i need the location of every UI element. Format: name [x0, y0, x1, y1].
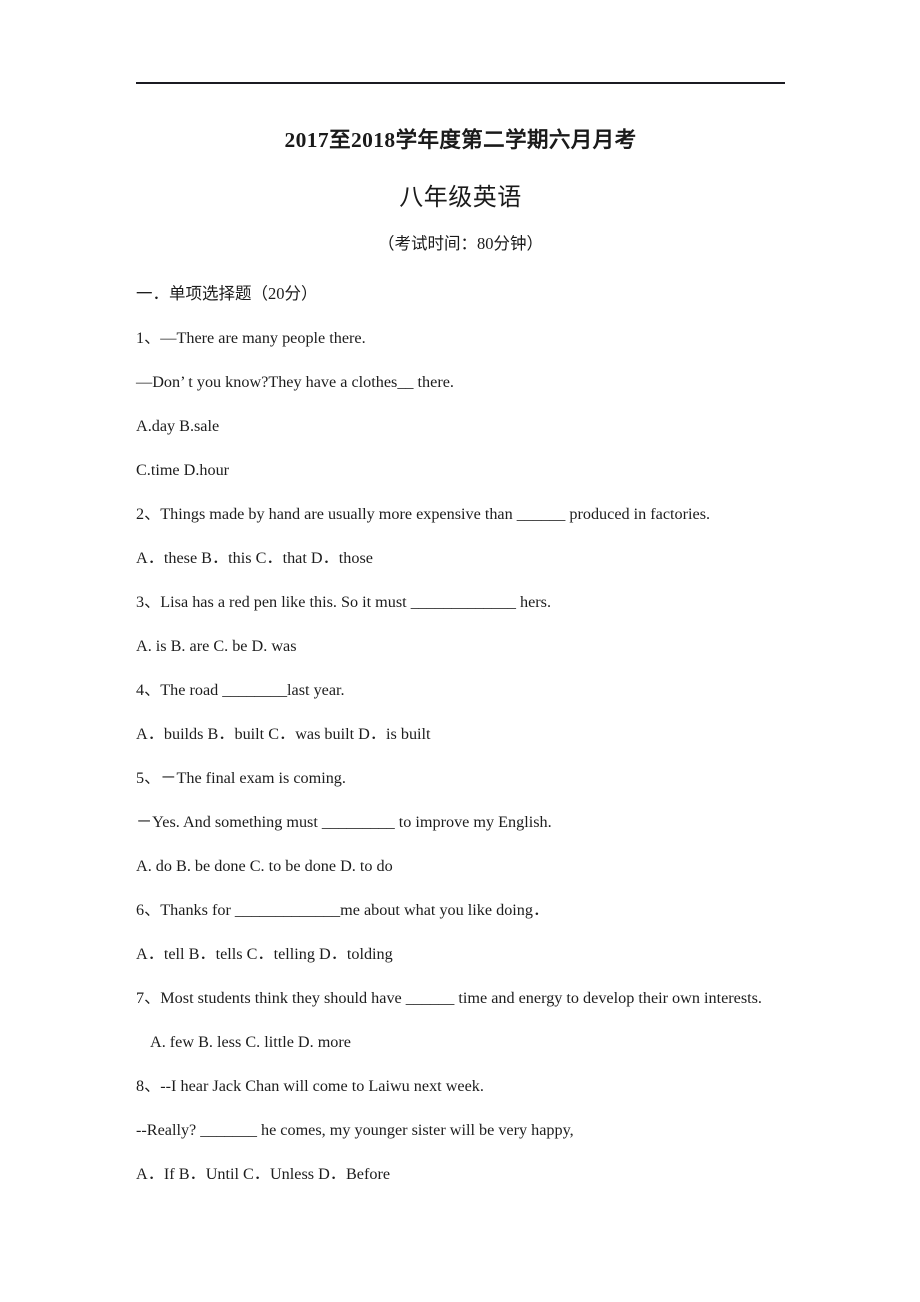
question-6-stem: 6、Thanks for _____________me about what …	[136, 901, 550, 919]
question-8-stem-line-1: 8、--I hear Jack Chan will come to Laiwu …	[136, 1077, 484, 1095]
question-5-options: A. do B. be done C. to be done D. to do	[136, 857, 393, 875]
section-heading: 一．单项选择题（20分）	[136, 284, 318, 303]
header-divider	[136, 82, 785, 84]
exam-time-note: （考试时间：80分钟）	[378, 234, 543, 253]
question-4-options: A．builds B．built C．was built D．is built	[136, 725, 431, 743]
question-5-stem-line-2: －Yes. And something must _________ to im…	[136, 813, 552, 831]
question-8-options: A．If B．Until C．Unless D．Before	[136, 1165, 391, 1183]
question-7-options: A. few B. less C. little D. more	[150, 1033, 351, 1051]
question-5-stem-line-1: 5、－The final exam is coming.	[136, 769, 346, 787]
page-title: 2017至2018学年度第二学期六月月考	[284, 128, 637, 152]
question-4-stem: 4、The road ________last year.	[136, 681, 345, 699]
question-1-options-row-2: C.time D.hour	[136, 461, 230, 479]
question-7-stem: 7、Most students think they should have _…	[136, 989, 762, 1007]
question-1-options-row-1: A.day B.sale	[136, 417, 220, 435]
question-2-options: A．these B．this C．that D．those	[136, 549, 373, 567]
question-6-options: A．tell B．tells C．telling D．tolding	[136, 945, 393, 963]
question-8-stem-line-2: --Really? _______ he comes, my younger s…	[136, 1121, 574, 1139]
question-1-stem-line-2: —Don’ t you know?They have a clothes__ t…	[136, 373, 454, 391]
exam-page: 2017至2018学年度第二学期六月月考 八年级英语 （考试时间：80分钟） 一…	[0, 0, 920, 1302]
exam-body: 一．单项选择题（20分） 1、—There are many people the…	[136, 284, 826, 1210]
question-1-stem-line-1: 1、—There are many people there.	[136, 329, 366, 347]
question-3-options: A. is B. are C. be D. was	[136, 637, 297, 655]
question-2-stem: 2、Things made by hand are usually more e…	[136, 505, 711, 523]
page-subtitle: 八年级英语	[399, 185, 522, 211]
question-3-stem: 3、Lisa has a red pen like this. So it mu…	[136, 593, 551, 611]
